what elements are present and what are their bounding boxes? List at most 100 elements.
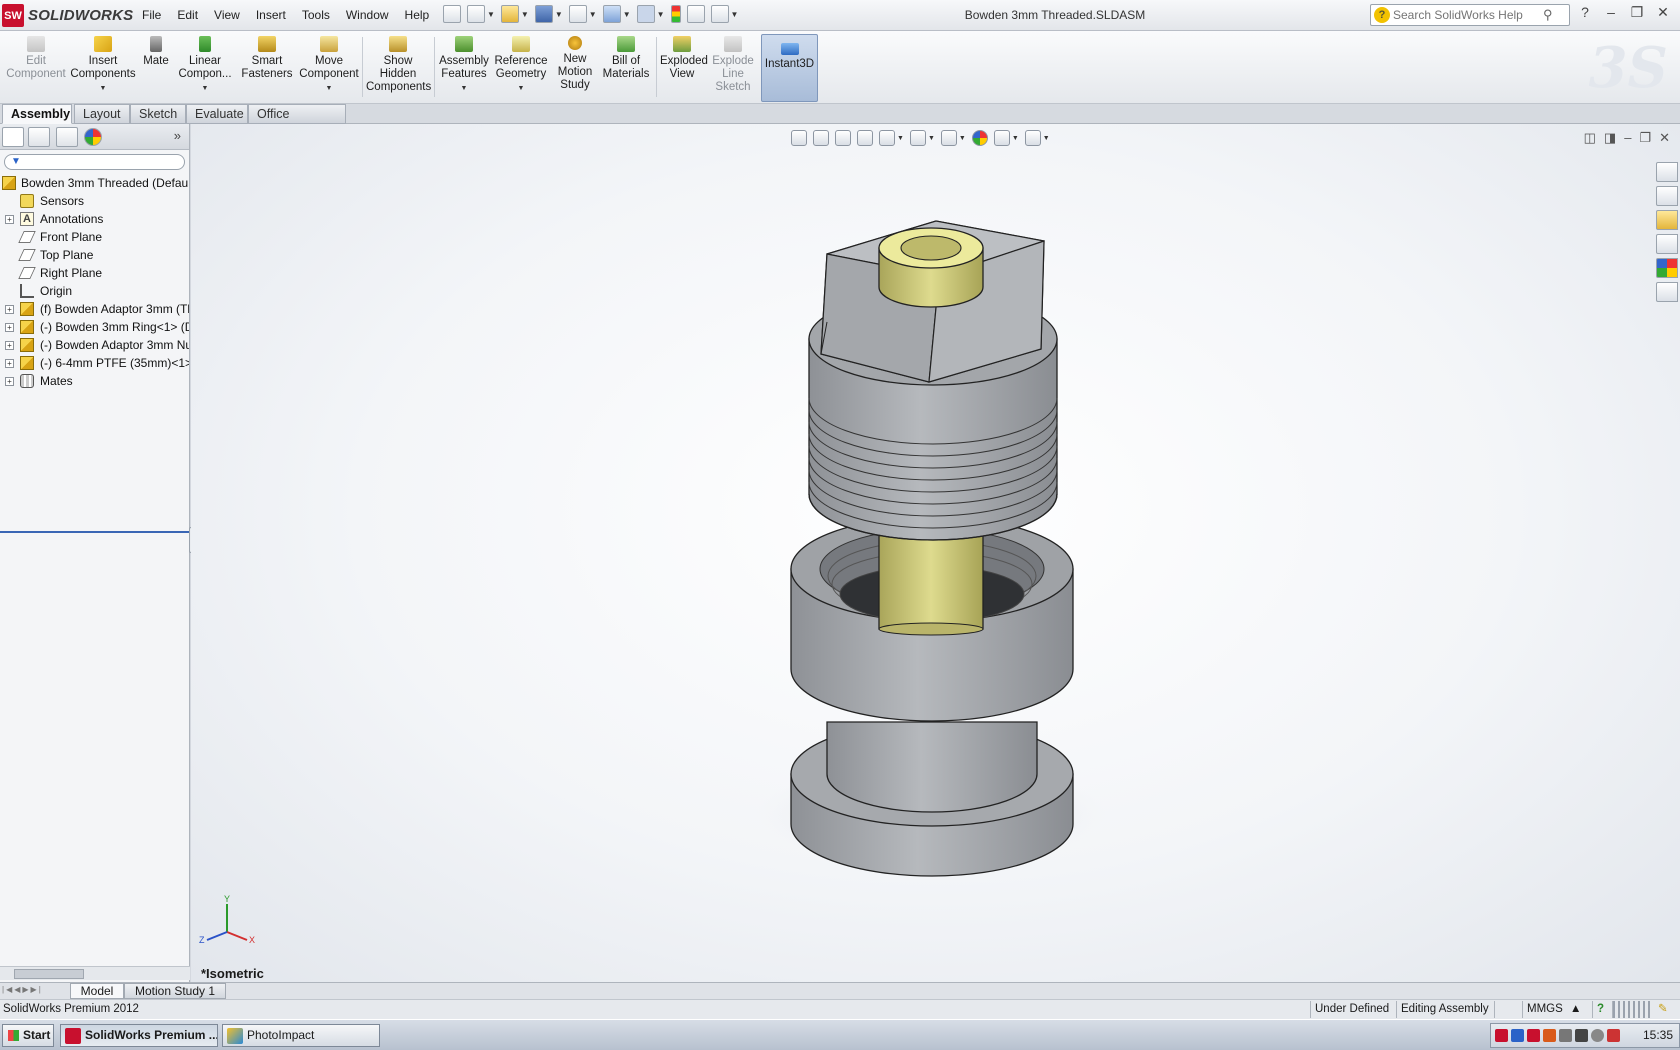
expand-icon[interactable]: + xyxy=(5,341,14,350)
linear-component-pattern-button[interactable]: Linear Compon... ▼ xyxy=(176,34,234,95)
tree-node-right-plane[interactable]: Right Plane xyxy=(0,264,189,282)
restore-icon[interactable]: ❐ xyxy=(1628,4,1646,21)
tab-layout[interactable]: Layout xyxy=(74,104,130,124)
tree-node-annotations[interactable]: + A Annotations xyxy=(0,210,189,228)
tab-assembly[interactable]: Assembly xyxy=(2,104,72,124)
bill-of-materials-button[interactable]: Bill of Materials xyxy=(600,34,652,81)
minimize-icon[interactable]: – xyxy=(1602,4,1620,21)
network-tray-icon[interactable] xyxy=(1511,1029,1524,1042)
graphics-area[interactable]: ▼ ▼ ▼ ▼ ▼ ◫ ◨ – ❐ ✕ Y X Z *Isometric xyxy=(191,124,1680,982)
start-button[interactable]: Start xyxy=(2,1024,54,1047)
tree-node-root-assembly[interactable]: Bowden 3mm Threaded (Default< xyxy=(0,174,189,192)
configurationmanager-icon[interactable] xyxy=(56,127,78,147)
new-motion-study-button[interactable]: New Motion Study xyxy=(554,34,596,92)
expand-icon[interactable]: + xyxy=(5,377,14,386)
chevron-down-icon[interactable]: ▼ xyxy=(657,10,665,19)
options-icon[interactable] xyxy=(710,5,729,23)
tab-sketch[interactable]: Sketch xyxy=(130,104,186,124)
tab-evaluate[interactable]: Evaluate xyxy=(186,104,248,124)
status-units[interactable]: MMGS xyxy=(1522,1001,1567,1018)
mate-button[interactable]: Mate xyxy=(138,34,174,68)
tree-node-mates[interactable]: + Mates xyxy=(0,372,189,390)
scrollbar-thumb[interactable] xyxy=(14,969,84,979)
search-input[interactable] xyxy=(1393,8,1543,22)
menu-window[interactable]: Window xyxy=(338,6,397,24)
volume-icon[interactable] xyxy=(1575,1029,1588,1042)
show-hidden-components-button[interactable]: Show Hidden Components xyxy=(366,34,431,94)
taskbar-item-solidworks[interactable]: SolidWorks Premium ... xyxy=(60,1024,218,1047)
tree-node-component[interactable]: + (-) Bowden 3mm Ring<1> (Def xyxy=(0,318,189,336)
tree-node-component[interactable]: + (-) 6-4mm PTFE (35mm)<1> (D xyxy=(0,354,189,372)
search-icon[interactable]: ⚲ xyxy=(1543,7,1553,23)
chevron-down-icon[interactable]: ▼ xyxy=(623,10,631,19)
expand-panel-icon[interactable]: » xyxy=(174,128,181,143)
bowden-adaptor-nut[interactable] xyxy=(808,220,1058,541)
displaymanager-icon[interactable] xyxy=(84,128,102,146)
menu-help[interactable]: Help xyxy=(397,6,438,24)
close-icon[interactable]: ✕ xyxy=(1654,4,1672,21)
security-tray-icon[interactable] xyxy=(1607,1029,1620,1042)
select-pointer-icon[interactable] xyxy=(636,5,655,23)
quick-tips-icon[interactable]: ? xyxy=(1592,1001,1608,1018)
tree-node-component[interactable]: + (-) Bowden Adaptor 3mm Nut< xyxy=(0,336,189,354)
instant3d-button[interactable]: Instant3D xyxy=(761,34,818,102)
smart-fasteners-button[interactable]: Smart Fasteners xyxy=(238,34,296,81)
solidworks-rx-tray-icon[interactable] xyxy=(1527,1029,1540,1042)
insert-components-button[interactable]: Insert Components ▼ xyxy=(70,34,136,95)
solidworks-tray-icon[interactable] xyxy=(1495,1029,1508,1042)
edit-component-button[interactable]: Edit Component xyxy=(6,34,66,81)
file-properties-icon[interactable] xyxy=(686,5,705,23)
expand-icon[interactable]: + xyxy=(5,359,14,368)
tree-node-sensors[interactable]: Sensors xyxy=(0,192,189,210)
expand-icon[interactable]: + xyxy=(5,215,14,224)
assembly-features-button[interactable]: Assembly Features ▼ xyxy=(438,34,490,95)
units-menu-icon[interactable]: ▲ xyxy=(1566,1001,1585,1018)
horizontal-scrollbar[interactable] xyxy=(0,966,190,980)
pin-icon[interactable] xyxy=(443,5,461,23)
device-tray-icon[interactable] xyxy=(1559,1029,1572,1042)
open-folder-icon[interactable] xyxy=(500,5,519,23)
move-component-button[interactable]: Move Component ▼ xyxy=(298,34,360,95)
undo-icon[interactable] xyxy=(602,5,621,23)
chevron-down-icon[interactable]: ▼ xyxy=(589,10,597,19)
solidworks-logo[interactable]: SW SOLIDWORKS xyxy=(2,3,133,28)
save-icon[interactable] xyxy=(534,5,553,23)
app-tray-icon[interactable] xyxy=(1543,1029,1556,1042)
assembly-model-view[interactable] xyxy=(191,124,1680,982)
featuremanager-tree-icon[interactable] xyxy=(2,127,24,147)
chevron-down-icon[interactable]: ▼ xyxy=(438,82,490,95)
reference-geometry-button[interactable]: Reference Geometry ▼ xyxy=(492,34,550,95)
chevron-down-icon[interactable]: ▼ xyxy=(70,82,136,95)
rollback-bar[interactable] xyxy=(0,531,190,533)
tab-model[interactable]: Model xyxy=(70,983,124,999)
help-icon[interactable]: ? xyxy=(1576,4,1594,21)
tab-office-products[interactable]: Office Products xyxy=(248,104,346,140)
tree-filter[interactable]: ▼ xyxy=(4,154,185,170)
chevron-down-icon[interactable]: ▼ xyxy=(492,82,550,95)
chevron-down-icon[interactable]: ▼ xyxy=(487,10,495,19)
tab-motion-study-1[interactable]: Motion Study 1 xyxy=(124,983,226,999)
exploded-view-button[interactable]: Exploded View xyxy=(660,34,708,81)
chevron-down-icon[interactable]: ▼ xyxy=(176,82,234,95)
update-tray-icon[interactable] xyxy=(1591,1029,1604,1042)
explode-line-sketch-button[interactable]: Explode Line Sketch xyxy=(708,34,758,94)
chevron-down-icon[interactable]: ▼ xyxy=(731,10,739,19)
menu-view[interactable]: View xyxy=(206,6,248,24)
new-document-icon[interactable] xyxy=(467,5,485,23)
tab-scroll-arrows-icon[interactable]: |◀◀▶▶| xyxy=(2,985,43,994)
taskbar-clock[interactable]: 15:35 xyxy=(1643,1028,1673,1042)
expand-icon[interactable]: + xyxy=(5,305,14,314)
tree-node-origin[interactable]: Origin xyxy=(0,282,189,300)
chevron-down-icon[interactable]: ▼ xyxy=(555,10,563,19)
tree-node-front-plane[interactable]: Front Plane xyxy=(0,228,189,246)
menu-tools[interactable]: Tools xyxy=(294,6,338,24)
menu-file[interactable]: File xyxy=(134,6,169,24)
print-icon[interactable] xyxy=(568,5,587,23)
bowden-3mm-ring[interactable] xyxy=(790,721,1074,877)
propertymanager-icon[interactable] xyxy=(28,127,50,147)
tree-node-top-plane[interactable]: Top Plane xyxy=(0,246,189,264)
chevron-down-icon[interactable]: ▼ xyxy=(298,82,360,95)
expand-icon[interactable]: + xyxy=(5,323,14,332)
chevron-down-icon[interactable]: ▼ xyxy=(521,10,529,19)
menu-insert[interactable]: Insert xyxy=(248,6,294,24)
